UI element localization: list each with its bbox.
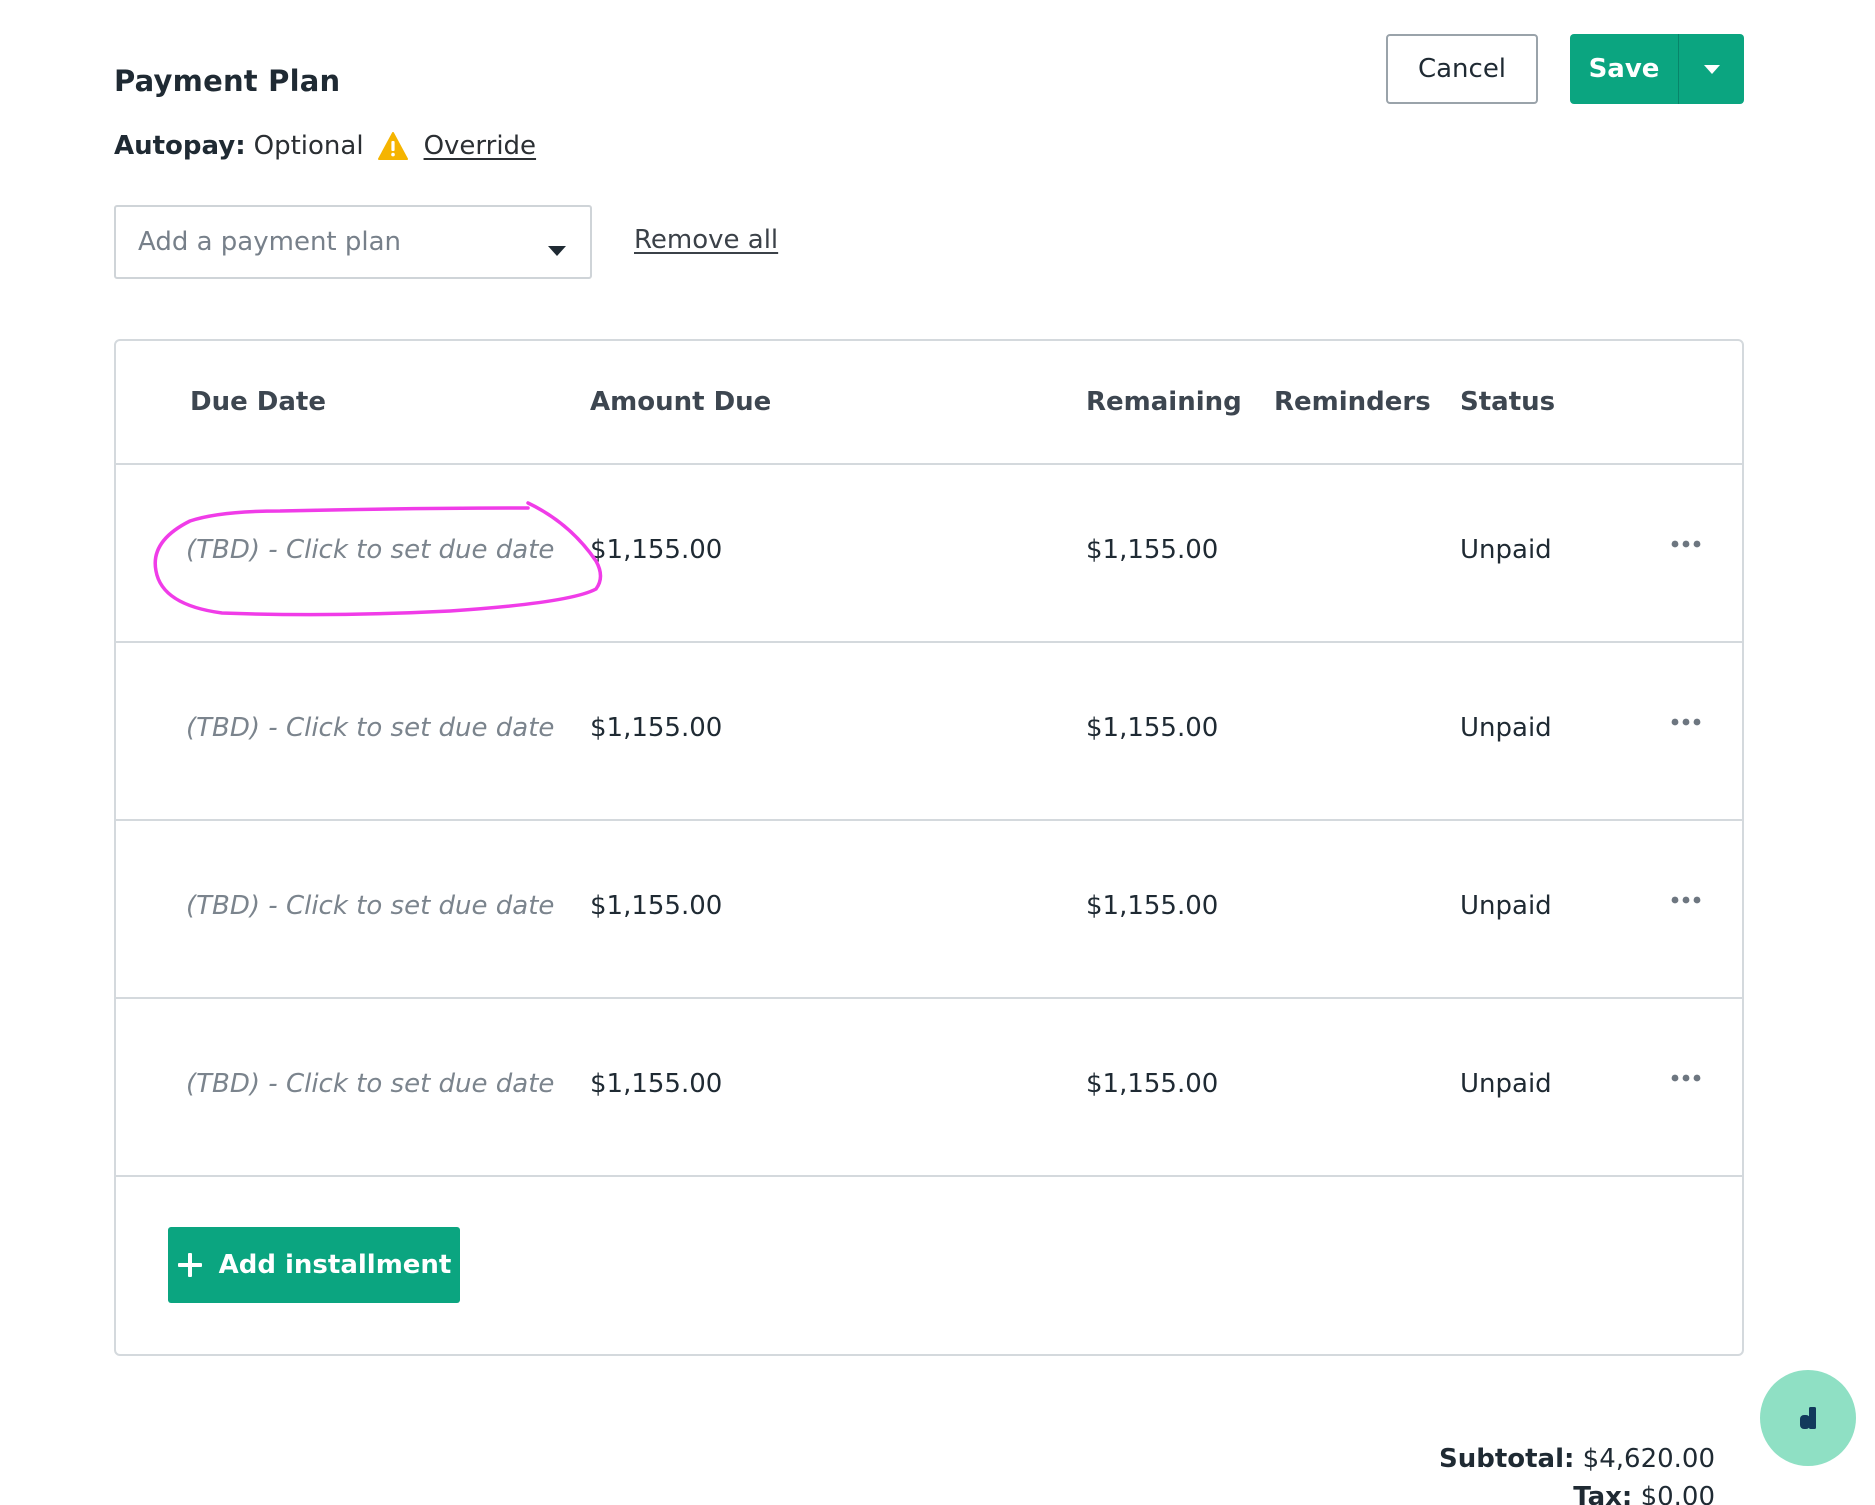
amount-due-cell: $1,155.00 (590, 891, 723, 921)
autopay-label: Autopay: (114, 131, 246, 161)
installments-table: Due Date Amount Due Remaining Reminders … (114, 339, 1744, 1356)
tax-value: $0.00 (1640, 1482, 1715, 1505)
page-title: Payment Plan (114, 64, 341, 98)
add-installment-button[interactable]: Add installment (168, 1227, 460, 1303)
remaining-cell: $1,155.00 (1086, 713, 1219, 743)
chevron-down-icon (546, 235, 568, 256)
row-menu-button[interactable] (1666, 707, 1706, 737)
chevron-down-icon (1703, 64, 1720, 74)
save-button-group: Save (1570, 34, 1744, 104)
due-date-cell[interactable]: (TBD) - Click to set due date (186, 891, 554, 921)
column-header-reminders: Reminders (1274, 387, 1431, 417)
payment-plan-select[interactable]: Add a payment plan (114, 205, 592, 279)
tax-row: Tax: $0.00 (1439, 1478, 1715, 1505)
subtotal-row: Subtotal: $4,620.00 (1439, 1440, 1715, 1478)
add-installment-label: Add installment (218, 1250, 452, 1280)
payment-plan-select-placeholder: Add a payment plan (138, 227, 402, 257)
cancel-button[interactable]: Cancel (1386, 34, 1538, 104)
more-horizontal-icon (1671, 1074, 1701, 1082)
due-date-cell[interactable]: (TBD) - Click to set due date (186, 535, 554, 565)
override-link[interactable]: Override (424, 131, 537, 161)
remove-all-link[interactable]: Remove all (634, 225, 778, 255)
status-cell: Unpaid (1460, 713, 1552, 743)
tax-label: Tax: (1573, 1482, 1633, 1505)
due-date-cell[interactable]: (TBD) - Click to set due date (186, 1069, 554, 1099)
row-menu-button[interactable] (1666, 1063, 1706, 1093)
warning-icon (377, 132, 408, 160)
more-horizontal-icon (1671, 896, 1701, 904)
table-row: (TBD) - Click to set due date $1,155.00 … (116, 463, 1742, 643)
chat-button[interactable] (1760, 1370, 1856, 1466)
amount-due-cell: $1,155.00 (590, 1069, 723, 1099)
column-header-status: Status (1460, 387, 1556, 417)
row-menu-button[interactable] (1666, 529, 1706, 559)
column-header-due-date: Due Date (190, 387, 326, 417)
column-header-remaining: Remaining (1086, 387, 1242, 417)
remaining-cell: $1,155.00 (1086, 1069, 1219, 1099)
chat-logo-icon (1800, 1407, 1816, 1429)
table-row: (TBD) - Click to set due date $1,155.00 … (116, 819, 1742, 999)
amount-due-cell: $1,155.00 (590, 713, 723, 743)
amount-due-cell: $1,155.00 (590, 535, 723, 565)
remaining-cell: $1,155.00 (1086, 535, 1219, 565)
totals-summary: Subtotal: $4,620.00 Tax: $0.00 (1439, 1440, 1715, 1505)
subtotal-label: Subtotal: (1438, 1444, 1575, 1474)
payment-plan-page: Payment Plan Cancel Save Autopay: Option… (0, 0, 1875, 1505)
autopay-value: Optional (253, 131, 364, 161)
remaining-cell: $1,155.00 (1086, 891, 1219, 921)
row-menu-button[interactable] (1666, 885, 1706, 915)
save-options-button[interactable] (1679, 34, 1744, 104)
due-date-cell[interactable]: (TBD) - Click to set due date (186, 713, 554, 743)
table-header: Due Date Amount Due Remaining Reminders … (116, 341, 1742, 465)
column-header-amount-due: Amount Due (590, 387, 772, 417)
plus-icon (177, 1253, 202, 1277)
save-button[interactable]: Save (1570, 34, 1679, 104)
table-row: (TBD) - Click to set due date $1,155.00 … (116, 641, 1742, 821)
more-horizontal-icon (1671, 540, 1701, 548)
more-horizontal-icon (1671, 718, 1701, 726)
subtotal-value: $4,620.00 (1582, 1444, 1715, 1474)
table-row: (TBD) - Click to set due date $1,155.00 … (116, 997, 1742, 1177)
status-cell: Unpaid (1460, 535, 1552, 565)
status-cell: Unpaid (1460, 891, 1552, 921)
autopay-row: Autopay: Optional Override (114, 128, 536, 164)
status-cell: Unpaid (1460, 1069, 1552, 1099)
